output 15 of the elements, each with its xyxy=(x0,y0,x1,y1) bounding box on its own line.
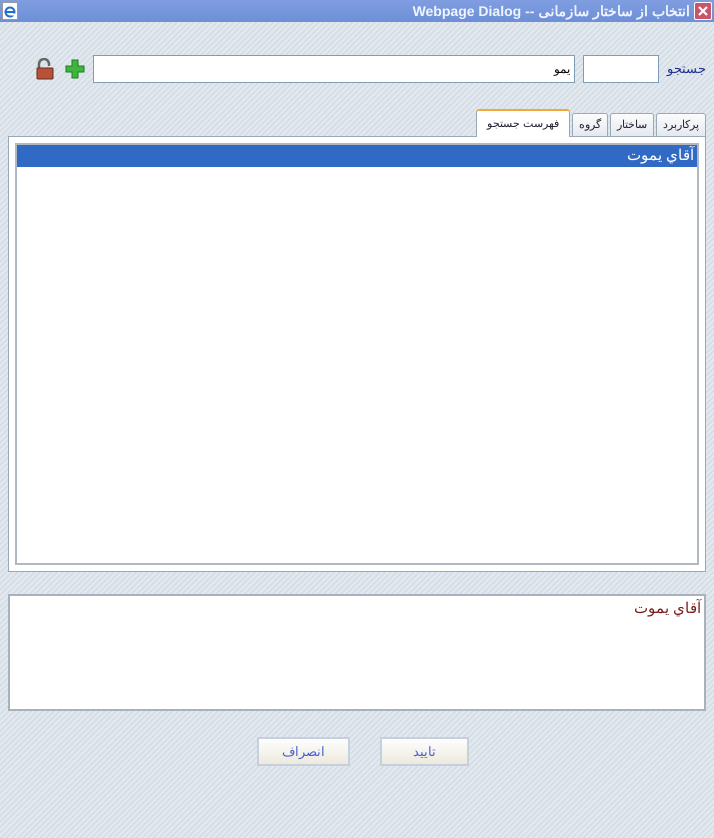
browser-icon xyxy=(2,2,18,20)
tab[interactable]: ساختار xyxy=(610,113,654,137)
tab[interactable]: گروه xyxy=(572,113,608,137)
cancel-button[interactable]: انصراف xyxy=(257,737,350,766)
close-icon[interactable] xyxy=(694,2,712,20)
list-item[interactable]: آقاي يموت xyxy=(17,145,697,167)
code-field[interactable] xyxy=(583,55,659,83)
search-label: جستجو xyxy=(667,60,706,78)
chosen-item[interactable]: آقاي يموت xyxy=(13,598,701,620)
window-title: انتخاب از ساختار سازمانی -- Webpage Dialog xyxy=(412,2,690,22)
tab[interactable]: پرکاربرد xyxy=(656,113,706,137)
plus-icon[interactable] xyxy=(65,59,85,79)
tab[interactable]: فهرست جستجو xyxy=(476,109,570,137)
confirm-button[interactable]: تایید xyxy=(380,737,469,766)
search-field[interactable]: يمو xyxy=(93,55,575,83)
